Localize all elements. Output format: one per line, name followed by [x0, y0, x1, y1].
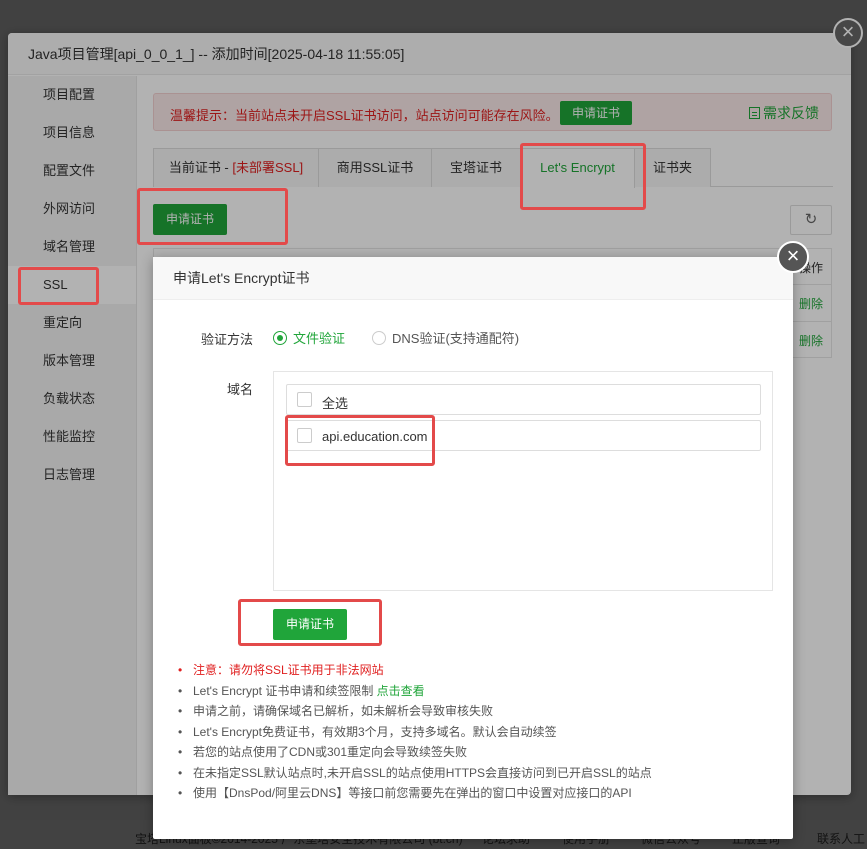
select-all-row[interactable]: 全选 — [286, 384, 761, 415]
letsencrypt-dialog-close-button[interactable]: × — [777, 241, 809, 273]
note-item: 若您的站点使用了CDN或301重定向会导致续签失败 — [178, 742, 773, 763]
domain-label: 域名 — [226, 382, 253, 397]
verify-dns-label: DNS验证(支持通配符) — [392, 331, 520, 346]
note-item: Let's Encrypt 证书申请和续签限制 点击查看 — [178, 681, 773, 702]
letsencrypt-dialog: 申请Let's Encrypt证书 验证方法 文件验证 DNS验证(支持通配符)… — [153, 257, 793, 839]
domain-name: api.education.com — [322, 429, 428, 444]
verify-file-radio[interactable]: 文件验证 — [273, 328, 345, 347]
view-limits-link[interactable]: 点击查看 — [377, 684, 425, 698]
domain-checkbox[interactable] — [297, 428, 312, 443]
radio-checked-icon — [273, 331, 287, 345]
note-item: 注意：请勿将SSL证书用于非法网站 — [178, 660, 773, 681]
note-item: 申请之前，请确保域名已解析，如未解析会导致审核失败 — [178, 701, 773, 722]
select-all-label: 全选 — [322, 396, 349, 411]
verify-file-label: 文件验证 — [293, 331, 346, 346]
select-all-checkbox[interactable] — [297, 392, 312, 407]
domain-list: 全选 api.education.com — [273, 371, 773, 591]
note-text: Let's Encrypt 证书申请和续签限制 — [193, 683, 377, 698]
note-item: 在未指定SSL默认站点时,未开启SSL的站点使用HTTPS会直接访问到已开启SS… — [178, 763, 773, 784]
letsencrypt-dialog-title: 申请Let's Encrypt证书 — [153, 257, 793, 300]
note-item: Let's Encrypt免费证书，有效期3个月，支持多域名。默认会自动续签 — [178, 722, 773, 743]
notes-list: 注意：请勿将SSL证书用于非法网站 Let's Encrypt 证书申请和续签限… — [178, 660, 773, 804]
verify-method-label: 验证方法 — [200, 332, 253, 347]
verify-dns-radio[interactable]: DNS验证(支持通配符) — [372, 328, 519, 347]
note-item: 使用【DnsPod/阿里云DNS】等接口前您需要先在弹出的窗口中设置对应接口的A… — [178, 783, 773, 804]
domain-row[interactable]: api.education.com — [286, 420, 761, 451]
radio-unchecked-icon — [372, 331, 386, 345]
submit-apply-button[interactable]: 申请证书 — [273, 609, 347, 640]
